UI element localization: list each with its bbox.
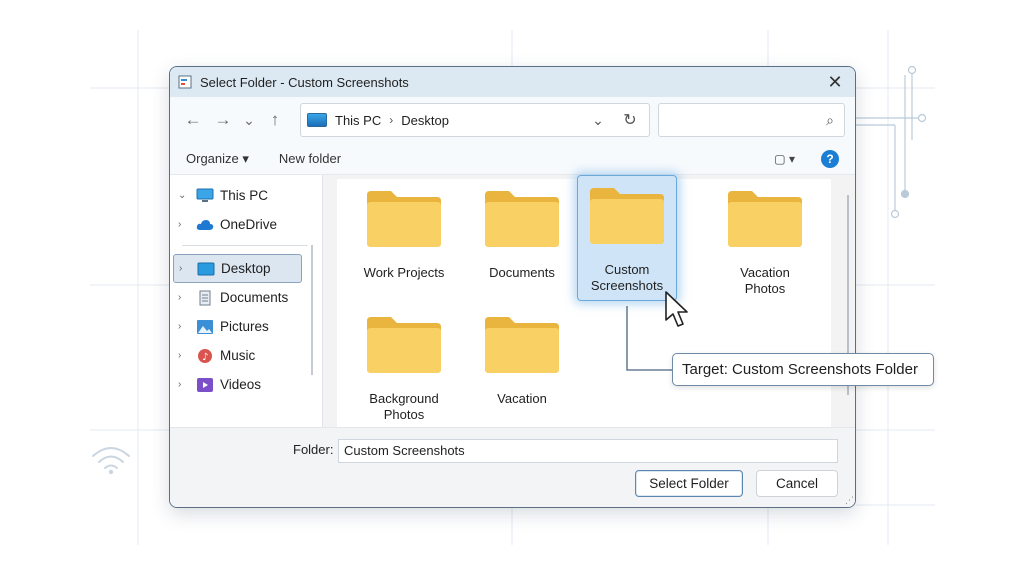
chevron-right-icon[interactable]: ›: [178, 292, 192, 303]
resize-grip-icon[interactable]: ⋰: [845, 495, 854, 506]
title-bar: Select Folder - Custom Screenshots ✕: [170, 67, 855, 97]
folder-item-vacation-photos[interactable]: Vacation Photos: [715, 179, 815, 299]
breadcrumb-separator: ›: [389, 113, 394, 127]
sidebar-item-label: Videos: [220, 377, 262, 392]
sidebar-divider: [182, 245, 308, 246]
sidebar-item-this-pc[interactable]: ⌄ This PC: [170, 181, 318, 210]
folder-item-documents[interactable]: Documents: [472, 179, 572, 299]
folder-grid: Work Projects Documents Custom Screensho…: [337, 175, 831, 427]
videos-icon: [197, 377, 213, 392]
recent-locations-chevron-icon[interactable]: ⌄: [238, 105, 260, 135]
folder-item-vacation[interactable]: Vacation: [472, 305, 572, 425]
pictures-icon: [197, 319, 213, 334]
chevron-right-icon[interactable]: ›: [178, 219, 192, 230]
cloud-icon: [196, 219, 214, 230]
sidebar-item-label: This PC: [220, 188, 269, 203]
forward-arrow-icon[interactable]: →: [208, 105, 238, 135]
sidebar-item-label: Pictures: [220, 319, 269, 334]
mouse-cursor-icon: [665, 291, 688, 327]
search-icon: ⌕: [826, 111, 834, 128]
wifi-icon: [92, 447, 130, 475]
new-folder-button[interactable]: New folder: [279, 151, 341, 166]
sidebar-item-label: Music: [220, 348, 256, 363]
address-dropdown-icon[interactable]: ⌄: [585, 112, 611, 129]
music-icon: ♪: [198, 348, 212, 363]
navigation-pane: ⌄ This PC › OneDrive › Desktop › Documen…: [170, 175, 318, 427]
folder-icon: [590, 188, 664, 244]
folder-name-input[interactable]: Custom Screenshots: [338, 439, 838, 463]
desktop-icon: [197, 262, 215, 275]
sidebar-item-label: OneDrive: [220, 217, 278, 232]
sidebar-scrollbar[interactable]: [311, 245, 313, 375]
refresh-icon[interactable]: ↻: [617, 110, 643, 130]
chevron-down-icon[interactable]: ⌄: [178, 190, 192, 201]
chevron-right-icon[interactable]: ›: [178, 321, 192, 332]
sidebar-item-music[interactable]: › ♪ Music: [170, 341, 318, 370]
folder-item-custom-screenshots[interactable]: Custom Screenshots: [577, 175, 677, 301]
command-bar: Organize ▾ New folder ▢ ▾ ?: [170, 143, 855, 175]
dialog-body: ⌄ This PC › OneDrive › Desktop › Documen…: [170, 175, 855, 427]
window-title: Select Folder - Custom Screenshots: [200, 74, 409, 90]
up-arrow-icon[interactable]: ↑: [260, 105, 290, 135]
folder-item-background-photos[interactable]: Background Photos: [354, 305, 454, 425]
help-icon[interactable]: ?: [821, 149, 839, 168]
folder-icon: [367, 191, 441, 247]
chevron-right-icon[interactable]: ›: [178, 350, 192, 361]
sidebar-item-desktop[interactable]: › Desktop: [173, 254, 302, 283]
chevron-right-icon[interactable]: ›: [178, 379, 192, 390]
folder-label: Work Projects: [363, 265, 445, 280]
folder-label: Documents: [489, 265, 555, 280]
pc-icon: [196, 188, 214, 202]
folder-icon: [485, 317, 559, 373]
sidebar-item-label: Documents: [220, 290, 289, 305]
documents-icon: [199, 290, 211, 305]
breadcrumb-this-pc[interactable]: This PC: [335, 113, 381, 128]
close-icon[interactable]: ✕: [815, 67, 855, 97]
folder-label: Background Photos: [369, 391, 439, 422]
sidebar-item-label: Desktop: [221, 261, 271, 276]
sidebar-item-pictures[interactable]: › Pictures: [170, 312, 318, 341]
sidebar-item-videos[interactable]: › Videos: [170, 370, 318, 399]
folder-item-work-projects[interactable]: Work Projects: [354, 179, 454, 299]
pc-icon: [307, 113, 327, 127]
organize-button[interactable]: Organize ▾: [186, 151, 249, 167]
select-folder-dialog: Select Folder - Custom Screenshots ✕ ← →…: [169, 66, 856, 508]
folder-view: Work Projects Documents Custom Screensho…: [322, 175, 855, 427]
folder-icon: [728, 191, 802, 247]
cancel-button[interactable]: Cancel: [756, 470, 838, 497]
folder-label: Custom Screenshots: [590, 262, 664, 293]
navigation-bar: ← → ⌄ ↑ This PC › Desktop ⌄ ↻ ⌕: [170, 97, 855, 143]
folder-label: Vacation: [497, 391, 547, 406]
address-bar[interactable]: This PC › Desktop ⌄ ↻: [300, 103, 650, 137]
breadcrumb-desktop[interactable]: Desktop: [401, 113, 449, 128]
annotation-text: Target: Custom Screenshots Folder: [682, 361, 918, 378]
search-input[interactable]: ⌕: [658, 103, 845, 137]
sidebar-item-onedrive[interactable]: › OneDrive: [170, 210, 318, 239]
chevron-right-icon[interactable]: ›: [179, 263, 193, 274]
folder-icon: [485, 191, 559, 247]
view-options-icon[interactable]: ▢ ▾: [774, 152, 795, 166]
target-annotation-callout: Target: Custom Screenshots Folder: [672, 353, 934, 386]
app-icon: [178, 75, 192, 89]
dialog-footer: Folder: Custom Screenshots Select Folder…: [170, 427, 855, 507]
select-folder-button[interactable]: Select Folder: [635, 470, 743, 497]
folder-icon: [367, 317, 441, 373]
svg-text:♪: ♪: [202, 352, 208, 363]
back-arrow-icon[interactable]: ←: [178, 105, 208, 135]
folder-label: Vacation Photos: [740, 265, 790, 296]
folder-field-label: Folder:: [293, 442, 334, 457]
sidebar-item-documents[interactable]: › Documents: [170, 283, 318, 312]
